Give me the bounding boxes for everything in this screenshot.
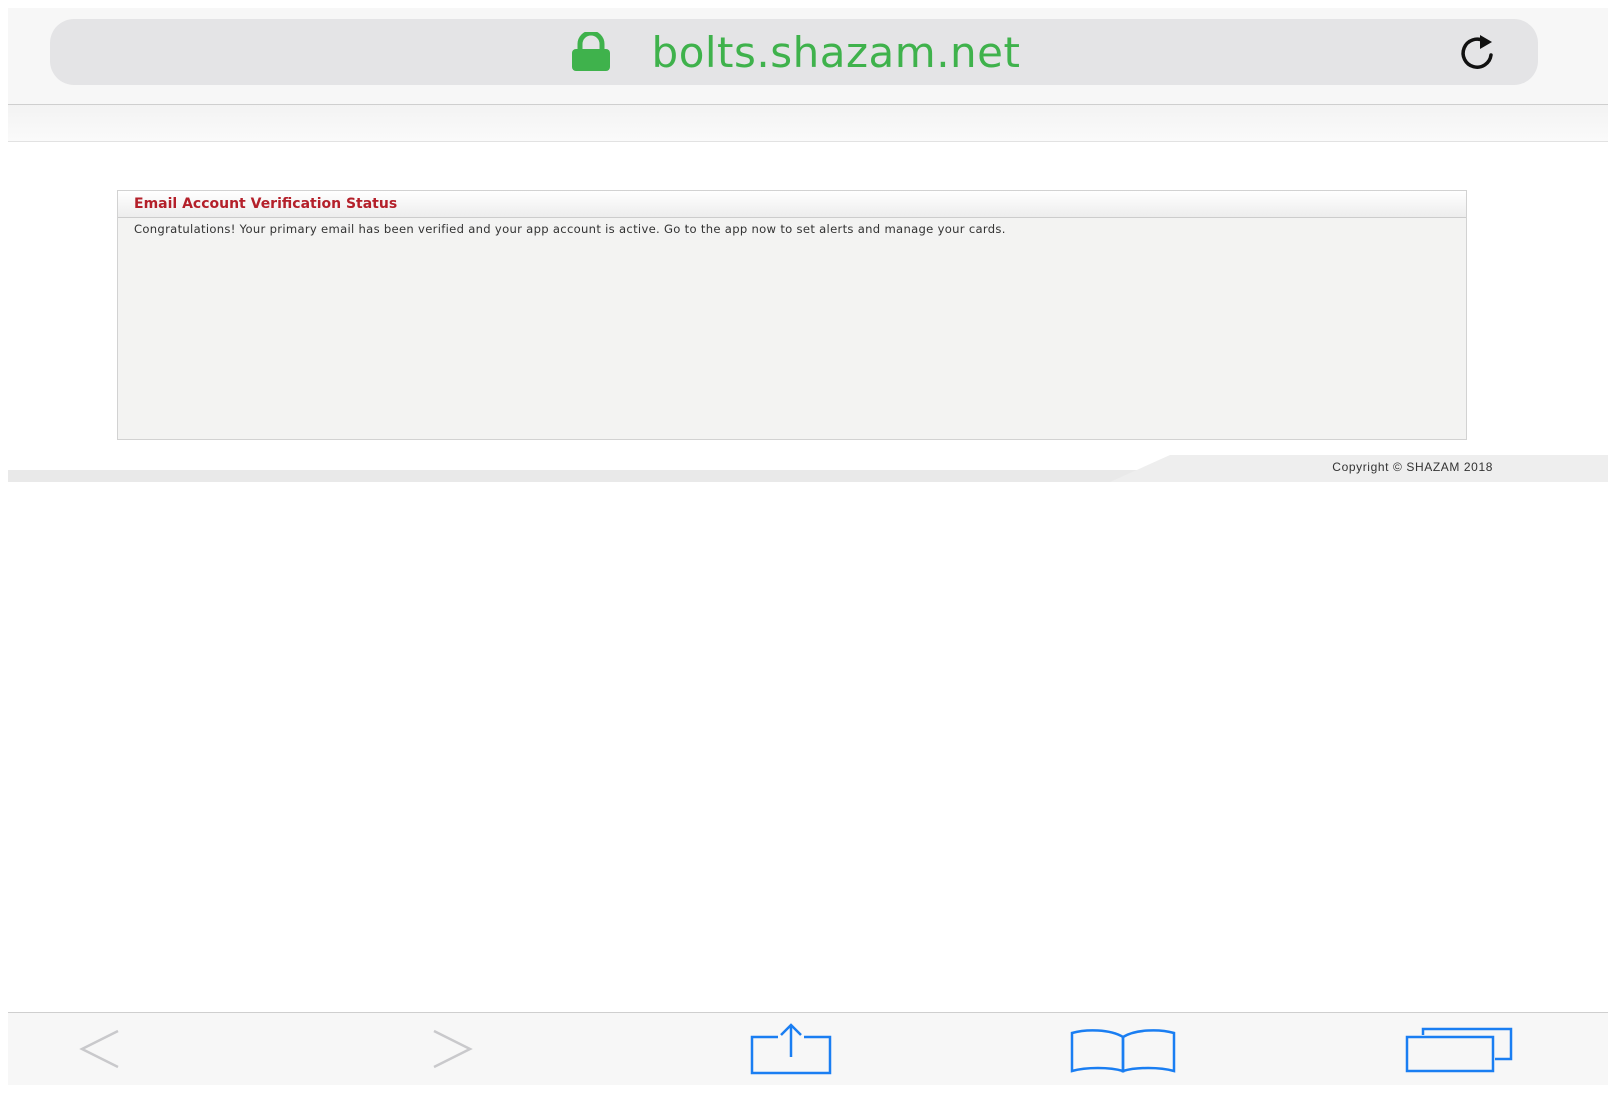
forward-chevron-icon — [433, 1029, 473, 1069]
verification-status-panel: Email Account Verification Status Congra… — [117, 190, 1467, 440]
address-bar[interactable]: bolts.shazam.net — [50, 19, 1538, 85]
reload-icon[interactable] — [1458, 33, 1498, 73]
lock-icon — [571, 32, 610, 71]
verification-message: Congratulations! Your primary email has … — [134, 222, 1006, 236]
address-bar-content: bolts.shazam.net — [50, 19, 1538, 85]
share-icon — [750, 1023, 832, 1075]
bookmarks-icon — [1070, 1029, 1176, 1073]
back-chevron-icon — [79, 1029, 119, 1069]
tabs-icon — [1405, 1027, 1513, 1073]
back-button[interactable] — [76, 1025, 124, 1073]
forward-button[interactable] — [428, 1025, 476, 1073]
bookmarks-button[interactable] — [1068, 1027, 1178, 1075]
copyright-text: Copyright © SHAZAM 2018 — [1332, 460, 1493, 474]
url-text[interactable]: bolts.shazam.net — [652, 28, 1021, 77]
site-header — [8, 105, 1608, 142]
panel-title: Email Account Verification Status — [118, 191, 1466, 218]
browser-top-bar: bolts.shazam.net — [8, 8, 1608, 105]
browser-bottom-toolbar — [8, 1012, 1608, 1085]
tabs-button[interactable] — [1403, 1027, 1513, 1075]
share-button[interactable] — [748, 1023, 834, 1075]
